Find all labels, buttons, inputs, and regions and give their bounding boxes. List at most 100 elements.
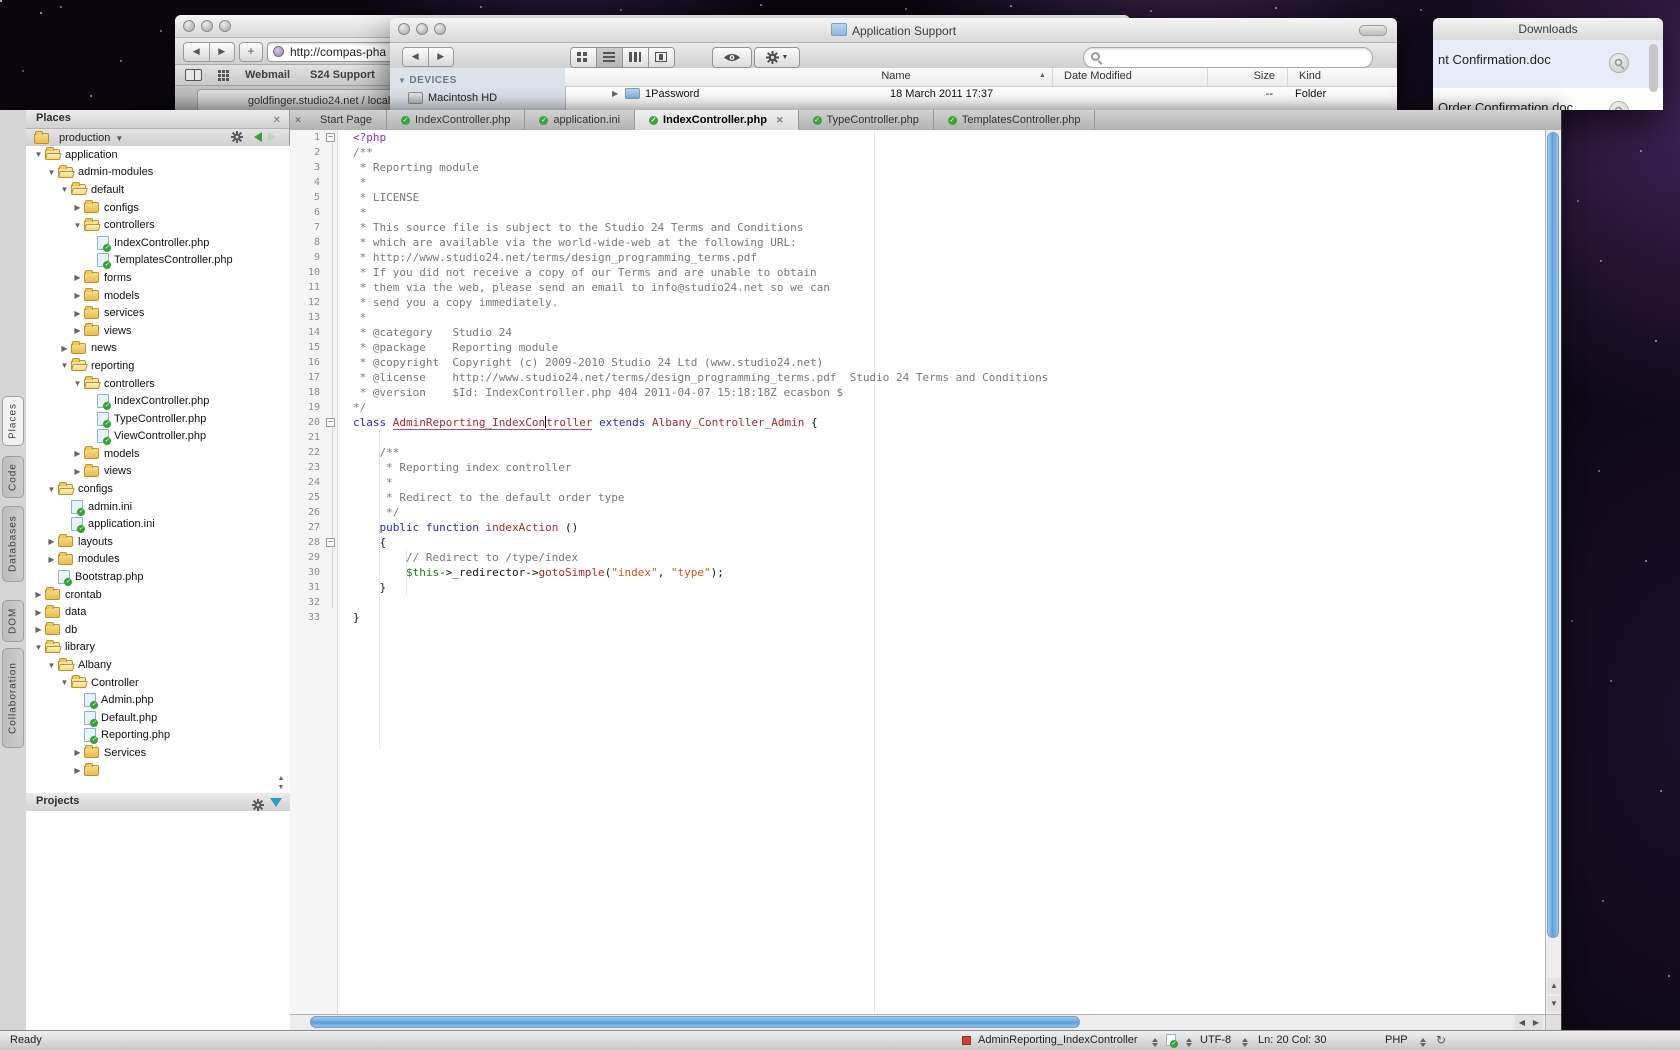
list-view-button[interactable] bbox=[597, 48, 623, 67]
bookmark-item[interactable]: Webmail bbox=[245, 69, 290, 81]
scrollbar-thumb[interactable] bbox=[1649, 44, 1658, 92]
gear-icon[interactable] bbox=[252, 799, 264, 811]
forward-arrow-icon[interactable] bbox=[268, 132, 281, 142]
stepper-icon[interactable] bbox=[1242, 1035, 1249, 1050]
tree-item[interactable]: application.ini bbox=[26, 515, 290, 533]
code-line[interactable]: * Reporting index controller bbox=[353, 460, 1545, 475]
code-line[interactable]: * them via the web, please send an email… bbox=[353, 280, 1545, 295]
tree-item[interactable]: ▶data bbox=[26, 603, 290, 621]
code-line[interactable] bbox=[353, 595, 1545, 610]
side-tab-places[interactable]: Places bbox=[2, 396, 24, 446]
tree-item[interactable]: Admin.php bbox=[26, 691, 290, 709]
tree-item[interactable]: ▶news bbox=[26, 340, 290, 358]
code-line[interactable]: * bbox=[353, 475, 1545, 490]
tree-item[interactable]: ▼library bbox=[26, 639, 290, 657]
back-button[interactable]: ◀ bbox=[403, 48, 429, 66]
sidebar-item-macintosh-hd[interactable]: Macintosh HD bbox=[408, 92, 497, 104]
line-number[interactable]: 28− bbox=[290, 535, 337, 550]
tree-item[interactable]: ▼controllers bbox=[26, 216, 290, 234]
line-number[interactable]: 15 bbox=[290, 340, 337, 355]
top-sites-icon[interactable] bbox=[218, 70, 229, 81]
line-number[interactable]: 8 bbox=[290, 235, 337, 250]
code-line[interactable]: * bbox=[353, 205, 1545, 220]
column-header-date-modified[interactable]: Date Modified bbox=[1052, 70, 1207, 82]
forward-button[interactable]: ▶ bbox=[429, 48, 454, 66]
tree-item[interactable]: ▶models bbox=[26, 445, 290, 463]
fold-toggle-icon[interactable]: − bbox=[326, 133, 335, 142]
tree-item[interactable]: ▼Controller bbox=[26, 674, 290, 692]
status-language[interactable]: PHP bbox=[1385, 1034, 1408, 1046]
scroll-left-button[interactable]: ◀ bbox=[1515, 1015, 1529, 1031]
tree-item[interactable]: ▶db bbox=[26, 621, 290, 639]
back-arrow-icon[interactable] bbox=[249, 132, 262, 142]
bookmark-item[interactable]: S24 Support bbox=[310, 69, 375, 81]
tree-item[interactable]: ▼controllers bbox=[26, 375, 290, 393]
tab-indexcontroller-php[interactable]: ✓IndexController.php bbox=[387, 110, 525, 130]
scrollbar-thumb[interactable] bbox=[310, 1016, 1080, 1028]
code-line[interactable]: * LICENSE bbox=[353, 190, 1545, 205]
sync-spinner-icon[interactable]: ↻ bbox=[1436, 1033, 1446, 1047]
code-line[interactable]: { bbox=[353, 535, 1545, 550]
coverflow-view-button[interactable] bbox=[649, 48, 674, 67]
side-tab-databases[interactable]: Databases bbox=[2, 506, 24, 582]
table-row[interactable]: ▶ 1Password 18 March 2011 17:37 -- Folde… bbox=[565, 86, 1397, 103]
line-number[interactable]: 19 bbox=[290, 400, 337, 415]
line-number[interactable]: 12 bbox=[290, 295, 337, 310]
code-line[interactable]: * bbox=[353, 175, 1545, 190]
reveal-magnifier-icon[interactable] bbox=[1609, 101, 1629, 110]
scroll-down-button[interactable]: ▼ bbox=[1547, 996, 1561, 1012]
tree-item[interactable]: ▼reporting bbox=[26, 357, 290, 375]
close-tab-icon[interactable]: ✕ bbox=[776, 115, 784, 126]
line-number[interactable]: 2 bbox=[290, 145, 337, 160]
icon-view-button[interactable] bbox=[571, 48, 597, 67]
tree-item[interactable]: Default.php bbox=[26, 709, 290, 727]
line-number[interactable]: 1− bbox=[290, 130, 337, 145]
line-number[interactable]: 25 bbox=[290, 490, 337, 505]
tree-item[interactable]: ▶views bbox=[26, 322, 290, 340]
code-line[interactable]: <?php bbox=[353, 130, 1545, 145]
download-item[interactable]: nt Confirmation.doc bbox=[1433, 40, 1663, 88]
tree-item[interactable]: ViewController.php bbox=[26, 428, 290, 446]
horizontal-scrollbar[interactable]: ◀ ▶ bbox=[290, 1014, 1545, 1030]
line-number[interactable]: 5 bbox=[290, 190, 337, 205]
scroll-right-button[interactable]: ▶ bbox=[1529, 1015, 1543, 1031]
disclosure-triangle-icon[interactable]: ▶ bbox=[612, 89, 618, 98]
code-line[interactable]: /** bbox=[353, 445, 1545, 460]
side-tab-code[interactable]: Code bbox=[2, 456, 24, 498]
column-view-button[interactable] bbox=[623, 48, 649, 67]
tree-item[interactable]: ▼default bbox=[26, 181, 290, 199]
tree-item[interactable]: ▶ bbox=[26, 762, 290, 780]
line-number[interactable]: 33 bbox=[290, 610, 337, 625]
tree-item[interactable]: Bootstrap.php bbox=[26, 568, 290, 586]
code-line[interactable]: * send you a copy immediately. bbox=[353, 295, 1545, 310]
tree-item[interactable]: TemplatesController.php bbox=[26, 252, 290, 270]
download-item[interactable]: Order Confirmation.doc bbox=[1433, 88, 1663, 110]
line-number[interactable]: 18 bbox=[290, 385, 337, 400]
scroll-up-button[interactable]: ▲ bbox=[1547, 978, 1561, 994]
reveal-magnifier-icon[interactable] bbox=[1609, 53, 1629, 73]
line-number[interactable]: 29 bbox=[290, 550, 337, 565]
minimize-button[interactable] bbox=[201, 20, 213, 32]
code-line[interactable]: public function indexAction () bbox=[353, 520, 1545, 535]
status-symbol[interactable]: AdminReporting_IndexController bbox=[978, 1034, 1138, 1046]
column-header-name[interactable]: Name bbox=[740, 70, 1052, 82]
tab-templatescontroller-php[interactable]: ✓TemplatesController.php bbox=[934, 110, 1096, 130]
code-pane[interactable]: <?php/** * Reporting module * * LICENSE … bbox=[339, 130, 1545, 1014]
line-number[interactable]: 22 bbox=[290, 445, 337, 460]
line-number[interactable]: 11 bbox=[290, 280, 337, 295]
code-line[interactable]: // Redirect to /type/index bbox=[353, 550, 1545, 565]
tree-item[interactable]: ▶configs bbox=[26, 199, 290, 217]
column-header-kind[interactable]: Kind bbox=[1287, 70, 1397, 82]
line-number[interactable]: 17 bbox=[290, 370, 337, 385]
line-number[interactable]: 4 bbox=[290, 175, 337, 190]
tree-item[interactable]: ▼Albany bbox=[26, 656, 290, 674]
code-line[interactable] bbox=[353, 430, 1545, 445]
code-line[interactable]: */ bbox=[353, 505, 1545, 520]
line-number[interactable]: 16 bbox=[290, 355, 337, 370]
code-line[interactable]: * @category Studio 24 bbox=[353, 325, 1545, 340]
side-tab-collaboration[interactable]: Collaboration bbox=[2, 648, 24, 748]
code-line[interactable]: * @version $Id: IndexController.php 404 … bbox=[353, 385, 1545, 400]
code-line[interactable]: } bbox=[353, 610, 1545, 625]
close-icon[interactable]: ✕ bbox=[290, 110, 306, 130]
fold-toggle-icon[interactable]: − bbox=[326, 538, 335, 547]
